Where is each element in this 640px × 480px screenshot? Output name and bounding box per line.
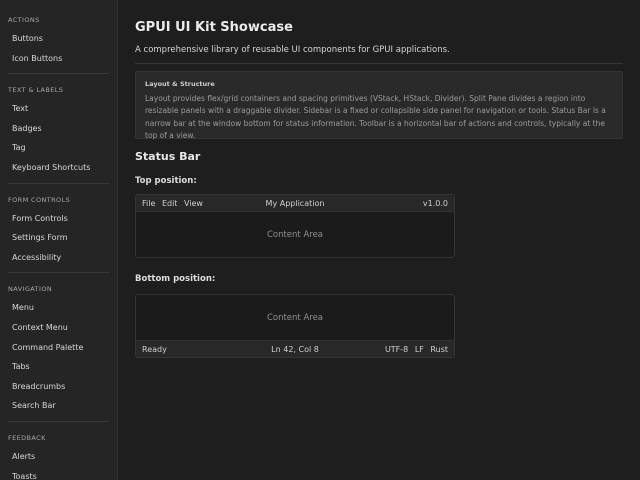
main-content: GPUI UI Kit Showcase A comprehensive lib…: [118, 0, 640, 480]
sidebar-item-tag[interactable]: Tag: [0, 138, 117, 158]
sidebar-item-badges[interactable]: Badges: [0, 119, 117, 139]
top-position-label: Top position:: [135, 176, 197, 186]
encoding-label[interactable]: UTF-8: [385, 345, 408, 354]
sidebar: ACTIONS Buttons Icon Buttons TEXT & LABE…: [0, 0, 118, 480]
status-bar-demo-bottom: Content Area Ready Ln 42, Col 8 UTF-8 LF…: [135, 294, 455, 358]
sidebar-item-accessibility[interactable]: Accessibility: [0, 248, 117, 268]
sidebar-item-buttons[interactable]: Buttons: [0, 29, 117, 49]
info-card-title: Layout & Structure: [145, 80, 215, 88]
line-ending-label[interactable]: LF: [415, 345, 424, 354]
app-name-label: My Application: [265, 198, 325, 208]
sidebar-item-settings-form[interactable]: Settings Form: [0, 228, 117, 248]
sidebar-item-breadcrumbs[interactable]: Breadcrumbs: [0, 377, 117, 397]
language-label[interactable]: Rust: [430, 345, 448, 354]
sidebar-section-form-controls: FORM CONTROLS Form Controls Settings For…: [0, 190, 117, 268]
status-bar: File Edit View My Application v1.0.0: [136, 195, 454, 212]
sidebar-section-title: FEEDBACK: [8, 433, 46, 442]
sidebar-section-title: NAVIGATION: [8, 285, 53, 294]
menu-item-file[interactable]: File: [142, 199, 155, 208]
sidebar-item-text[interactable]: Text: [0, 99, 117, 119]
sidebar-item-context-menu[interactable]: Context Menu: [0, 318, 117, 338]
sidebar-item-search-bar[interactable]: Search Bar: [0, 396, 117, 416]
info-card: Layout & Structure Layout provides flex/…: [135, 71, 623, 140]
status-bar-demo-top: File Edit View My Application v1.0.0 Con…: [135, 194, 455, 258]
menu-item-view[interactable]: View: [184, 199, 203, 208]
page-title: GPUI UI Kit Showcase: [135, 20, 293, 35]
header-divider: [135, 63, 623, 64]
status-ready-label: Ready: [142, 344, 167, 354]
sidebar-section-feedback: FEEDBACK Alerts Toasts: [0, 428, 117, 480]
sidebar-item-icon-buttons[interactable]: Icon Buttons: [0, 49, 117, 69]
sidebar-section-text-labels: TEXT & LABELS Text Badges Tag Keyboard S…: [0, 80, 117, 177]
sidebar-item-keyboard-shortcuts[interactable]: Keyboard Shortcuts: [0, 158, 117, 178]
sidebar-item-menu[interactable]: Menu: [0, 298, 117, 318]
sidebar-section-title: FORM CONTROLS: [8, 195, 71, 204]
bottom-position-label: Bottom position:: [135, 274, 216, 284]
sidebar-section-navigation: NAVIGATION Menu Context Menu Command Pal…: [0, 279, 117, 416]
section-title: Status Bar: [135, 150, 201, 163]
content-area: Content Area: [266, 230, 324, 240]
sidebar-item-command-palette[interactable]: Command Palette: [0, 338, 117, 358]
cursor-position-label: Ln 42, Col 8: [271, 344, 319, 354]
sidebar-divider: [8, 73, 109, 75]
version-label: v1.0.0: [422, 198, 448, 208]
status-bar-left: Ready: [142, 345, 167, 354]
status-bar-left: File Edit View: [142, 199, 203, 208]
status-bar-right: v1.0.0: [423, 199, 448, 208]
content-area: Content Area: [266, 313, 324, 323]
page-subtitle: A comprehensive library of reusable UI c…: [135, 45, 450, 55]
status-bar: Ready Ln 42, Col 8 UTF-8 LF Rust: [136, 340, 454, 357]
sidebar-item-form-controls[interactable]: Form Controls: [0, 209, 117, 229]
sidebar-item-alerts[interactable]: Alerts: [0, 447, 117, 467]
info-card-body: Layout provides flex/grid containers and…: [145, 94, 606, 140]
sidebar-section-title: ACTIONS: [8, 16, 40, 24]
sidebar-section-title: TEXT & LABELS: [8, 86, 64, 95]
status-bar-right: UTF-8 LF Rust: [385, 345, 448, 354]
sidebar-item-tabs[interactable]: Tabs: [0, 357, 117, 377]
sidebar-item-toasts[interactable]: Toasts: [0, 467, 117, 480]
menu-item-edit[interactable]: Edit: [162, 199, 178, 208]
sidebar-divider: [8, 182, 109, 184]
sidebar-divider: [8, 272, 109, 274]
sidebar-section-actions: ACTIONS Buttons Icon Buttons: [0, 10, 117, 68]
sidebar-divider: [8, 420, 109, 422]
